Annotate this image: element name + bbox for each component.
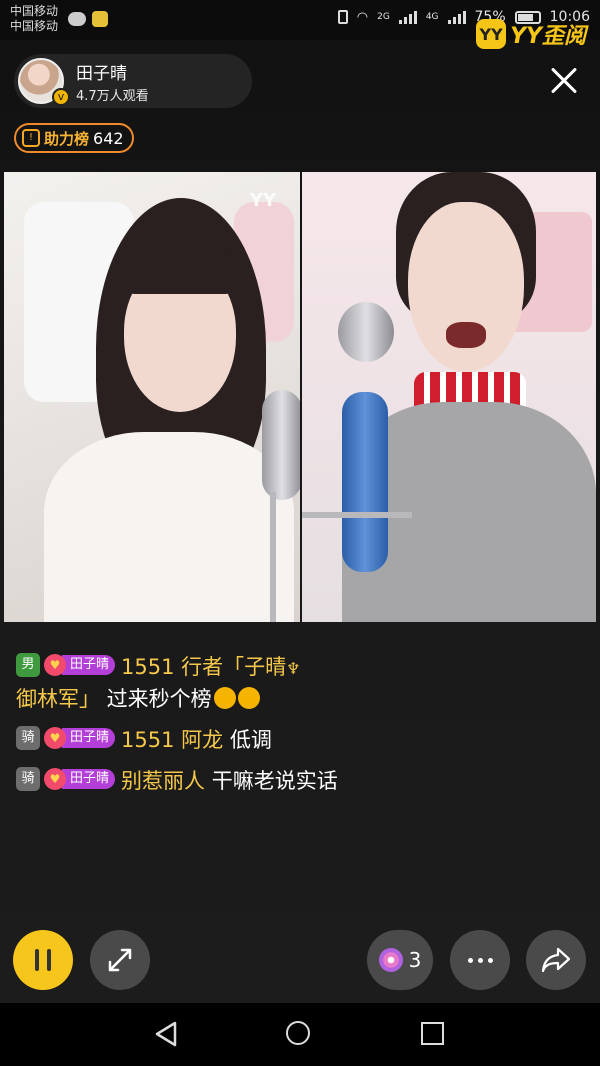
home-icon[interactable]	[286, 1021, 310, 1045]
support-ranking-button[interactable]: ! 助力榜 642	[14, 123, 134, 153]
carrier-1: 中国移动	[10, 4, 59, 18]
live-room: 中国移动 中国移动 ◠ 2G 4G 75% 10:06 YY YY歪阅 v 田子…	[0, 0, 600, 1066]
male-badge-icon: 男	[16, 653, 40, 677]
chat-message[interactable]: 男 ♥ 田子晴 1551 行者「子晴♆ 御林军」 过来秒个榜	[16, 652, 366, 714]
close-button[interactable]	[544, 60, 584, 100]
gift-count: 3	[408, 948, 422, 972]
host-camera: YY	[4, 172, 300, 622]
chat-text: 干嘛老说实话	[205, 769, 338, 793]
microphone	[342, 392, 388, 572]
ranking-label: 助力榜	[44, 129, 90, 148]
anchor-card[interactable]: v 田子晴 4.7万人观看	[14, 54, 252, 108]
chat-feed: 男 ♥ 田子晴 1551 行者「子晴♆ 御林军」 过来秒个榜 骑 ♥ 田子晴 1551 阿龙 …	[16, 652, 366, 807]
share-icon	[541, 947, 571, 973]
shield-icon: !	[22, 129, 40, 147]
carrier-labels: 中国移动 中国移动	[10, 4, 58, 34]
laugh-emoji-icon	[237, 687, 260, 709]
fan-tag-label: 田子晴	[62, 728, 116, 748]
app-notification-icon	[92, 11, 108, 27]
chat-message[interactable]: 骑 ♥ 田子晴 别惹丽人 干嘛老说实话	[16, 766, 366, 796]
more-icon	[467, 957, 493, 963]
rider-badge-icon: 骑	[16, 726, 40, 750]
net-type-1: 2G	[377, 12, 390, 22]
rider-badge-icon: 骑	[16, 767, 40, 791]
anchor-name: 田子晴	[76, 64, 127, 84]
fan-tag-label: 田子晴	[62, 655, 116, 675]
fan-badge: ♥ 田子晴	[44, 654, 116, 676]
fullscreen-button[interactable]	[90, 930, 150, 990]
video-stream[interactable]: YY	[4, 172, 596, 622]
chat-message[interactable]: 骑 ♥ 田子晴 1551 阿龙 低调	[16, 725, 366, 755]
heart-icon: ♥	[44, 654, 66, 676]
fan-badge: ♥ 田子晴	[44, 727, 116, 749]
system-nav-bar	[0, 1003, 600, 1066]
recents-icon[interactable]	[421, 1022, 444, 1045]
lollipop-icon	[378, 948, 403, 972]
watermark-text: YY歪阅	[510, 24, 586, 49]
expand-icon	[108, 948, 132, 972]
laugh-emoji-icon	[213, 687, 236, 709]
chat-nickname[interactable]: 1551 阿龙	[121, 728, 223, 752]
net-type-2: 4G	[425, 12, 439, 22]
message-icon	[68, 12, 86, 26]
pause-button[interactable]	[13, 930, 73, 990]
signal-icon-1	[398, 10, 417, 24]
carrier-2: 中国移动	[10, 19, 59, 33]
viewer-count: 4.7万人观看	[76, 89, 149, 104]
verified-icon: v	[52, 88, 70, 106]
chat-text: 过来秒个榜	[100, 687, 212, 711]
vibrate-icon	[337, 10, 348, 24]
chat-nickname-cont[interactable]: 御林军」	[16, 687, 100, 711]
stream-logo: YY	[249, 190, 276, 211]
ranking-value: 642	[93, 128, 124, 148]
chat-nickname[interactable]: 别惹丽人	[121, 769, 205, 793]
wifi-icon: ◠	[356, 9, 369, 25]
heart-icon: ♥	[44, 768, 66, 790]
signal-icon-2	[447, 10, 466, 24]
crown-icon: ♆	[286, 659, 301, 678]
chat-text: 低调	[223, 728, 272, 752]
gift-button[interactable]: 3	[367, 930, 433, 990]
fan-badge: ♥ 田子晴	[44, 768, 116, 790]
heart-icon: ♥	[44, 727, 66, 749]
share-button[interactable]	[526, 930, 586, 990]
yy-logo-icon: YY	[476, 19, 507, 49]
yy-watermark: YY YY歪阅	[476, 18, 586, 50]
pause-icon	[35, 949, 51, 971]
chat-nickname[interactable]: 1551 行者「子晴	[121, 655, 286, 679]
fan-tag-label: 田子晴	[62, 769, 116, 789]
guest-camera	[302, 172, 596, 622]
back-icon[interactable]	[153, 1021, 179, 1047]
more-button[interactable]	[450, 930, 510, 990]
